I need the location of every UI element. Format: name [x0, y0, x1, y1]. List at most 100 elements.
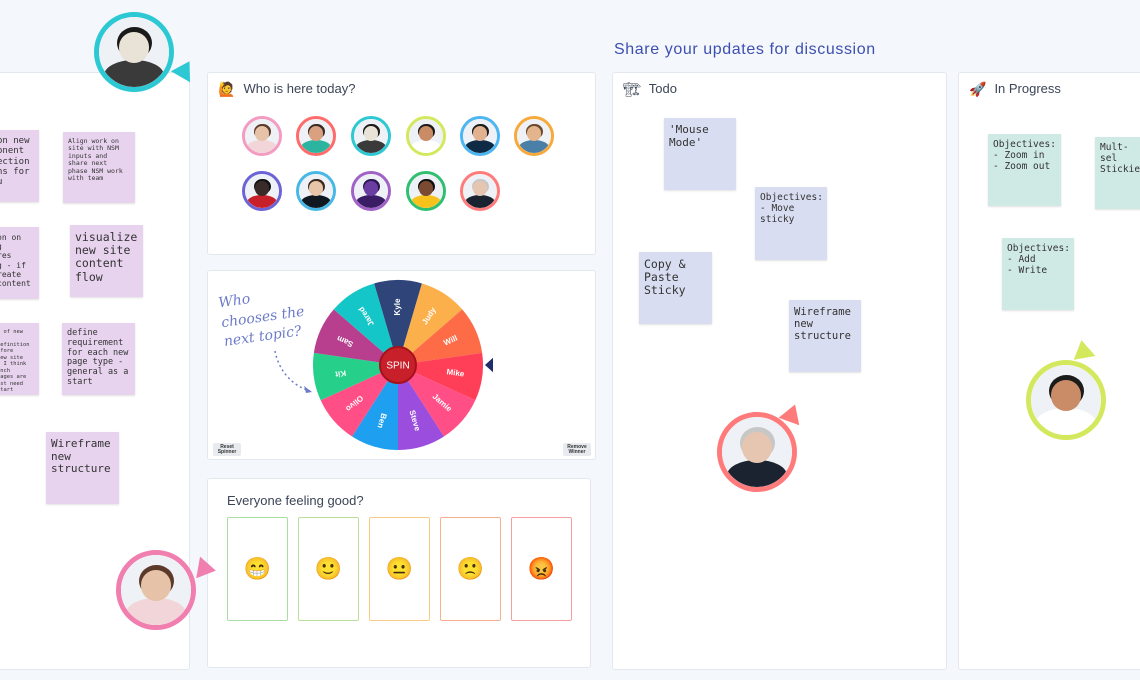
portrait [299, 174, 333, 208]
sticky-note[interactable]: Mult-sel Stickies [1095, 137, 1140, 209]
sticky-note[interactable]: Objectives: - Zoom in - Zoom out [988, 134, 1061, 206]
portrait [99, 17, 169, 87]
feeling-title: Everyone feeling good? [227, 493, 364, 508]
portrait-head [140, 570, 172, 602]
attendee-avatar[interactable] [242, 171, 282, 211]
mood-face-icon: 😁 [243, 556, 272, 581]
mood-card[interactable]: 😡 [511, 517, 572, 621]
mood-card[interactable]: 🙂 [298, 517, 359, 621]
portrait-shoulders [125, 598, 187, 625]
portrait [245, 119, 279, 153]
portrait [517, 119, 551, 153]
portrait-shoulders [356, 195, 386, 208]
portrait-shoulders [301, 195, 331, 208]
attendance-panel: 🙋 Who is here today? [207, 72, 596, 255]
sticky-note[interactable]: Wireframe new structure [789, 300, 861, 372]
portrait-head [363, 126, 379, 142]
portrait-head [254, 126, 270, 142]
portrait-shoulders [519, 140, 549, 153]
spinner-wheel[interactable]: Kyle JudyWillMikeJamieSteveBenOlivoKitSam… [303, 270, 493, 460]
todo-column: 🏗 Todo [612, 72, 947, 670]
attendee-avatar[interactable] [351, 171, 391, 211]
portrait [463, 119, 497, 153]
attendee-avatar[interactable] [406, 171, 446, 211]
mood-card[interactable]: 🙁 [440, 517, 501, 621]
sticky-note[interactable]: Objectives: - Move sticky [755, 187, 827, 260]
portrait [1031, 365, 1101, 435]
portrait-head [741, 432, 773, 464]
attendee-avatar[interactable] [296, 116, 336, 156]
sticky-note[interactable]: Align work on site with NSM inputs and s… [63, 132, 135, 203]
portrait-head [472, 181, 488, 197]
mood-face-icon: 🙂 [314, 556, 343, 581]
portrait-head [254, 181, 270, 197]
crane-icon: 🏗 [623, 80, 641, 97]
portrait-shoulders [411, 195, 441, 208]
portrait [463, 174, 497, 208]
man-cursor-avatar [1026, 360, 1106, 440]
attendee-avatar[interactable] [296, 171, 336, 211]
sticky-note[interactable]: on on g res g - if reate content [0, 227, 39, 299]
man-cursor-pointer [1070, 338, 1096, 360]
portrait-shoulders [356, 140, 386, 153]
attendee-avatar[interactable] [460, 171, 500, 211]
reset-spinner-button[interactable]: Reset Spinner [213, 443, 241, 456]
attendee-avatar[interactable] [351, 116, 391, 156]
portrait-head [418, 126, 434, 142]
portrait [299, 119, 333, 153]
puppy-cursor-avatar [94, 12, 174, 92]
portrait-shoulders [1035, 408, 1097, 435]
todo-title-text: Todo [648, 81, 677, 96]
sticky-note[interactable]: define requirement for each new page typ… [62, 323, 135, 395]
woman-cursor-pointer [196, 556, 218, 582]
attendee-avatar[interactable] [460, 116, 500, 156]
attendance-title: 🙋 Who is here today? [218, 81, 355, 96]
portrait [121, 555, 191, 625]
portrait [354, 119, 388, 153]
portrait-shoulders [411, 140, 441, 153]
sticky-note[interactable]: on new onent ection ns for u [0, 130, 39, 202]
portrait [354, 174, 388, 208]
portrait-head [308, 126, 324, 142]
attendee-avatar[interactable] [514, 116, 554, 156]
portrait-head [472, 126, 488, 142]
portrait-shoulders [247, 140, 277, 153]
mood-face-icon: 😡 [527, 556, 556, 581]
portrait-shoulders [465, 140, 495, 153]
todo-title: 🏗 Todo [623, 81, 677, 96]
board-header-title: Share your updates for discussion [614, 41, 876, 58]
in-progress-title-text: In Progress [994, 81, 1061, 96]
spin-label: SPIN [386, 361, 409, 372]
remove-winner-button[interactable]: Remove Winner [563, 443, 591, 456]
portrait [409, 119, 443, 153]
portrait-shoulders [301, 140, 331, 153]
portrait-head [1050, 380, 1082, 412]
mood-card[interactable]: 😁 [227, 517, 288, 621]
attendee-avatar[interactable] [406, 116, 446, 156]
portrait-head [308, 181, 324, 197]
portrait-head [526, 126, 542, 142]
in-progress-title: 🚀 In Progress [969, 81, 1061, 96]
wheel-slice-label: Kit [334, 368, 346, 378]
portrait-shoulders [465, 195, 495, 208]
sticky-note[interactable]: y of new t definition efore new site - I… [0, 323, 39, 395]
mood-face-icon: 😐 [385, 556, 414, 581]
sticky-note[interactable]: visualize new site content flow [70, 225, 143, 297]
wheel-slice-label: Kyle [393, 298, 402, 315]
mood-face-icon: 🙁 [456, 556, 485, 581]
portrait-head [418, 181, 434, 197]
sticky-note[interactable]: Wireframe new structure [46, 432, 119, 504]
rocket-icon: 🚀 [969, 80, 987, 97]
portrait [245, 174, 279, 208]
portrait-head [363, 181, 379, 197]
wheel-pointer-icon [485, 357, 493, 373]
sticky-note[interactable]: Objectives: - Add - Write [1002, 238, 1074, 310]
sticky-note[interactable]: 'Mouse Mode' [664, 118, 736, 190]
sticky-note[interactable]: Copy & Paste Sticky [639, 252, 712, 324]
portrait-shoulders [247, 195, 277, 208]
attendee-avatar[interactable] [242, 116, 282, 156]
portrait-shoulders [103, 60, 165, 87]
portrait-shoulders [726, 460, 788, 487]
man-glasses-cursor-avatar [717, 412, 797, 492]
mood-card[interactable]: 😐 [369, 517, 430, 621]
